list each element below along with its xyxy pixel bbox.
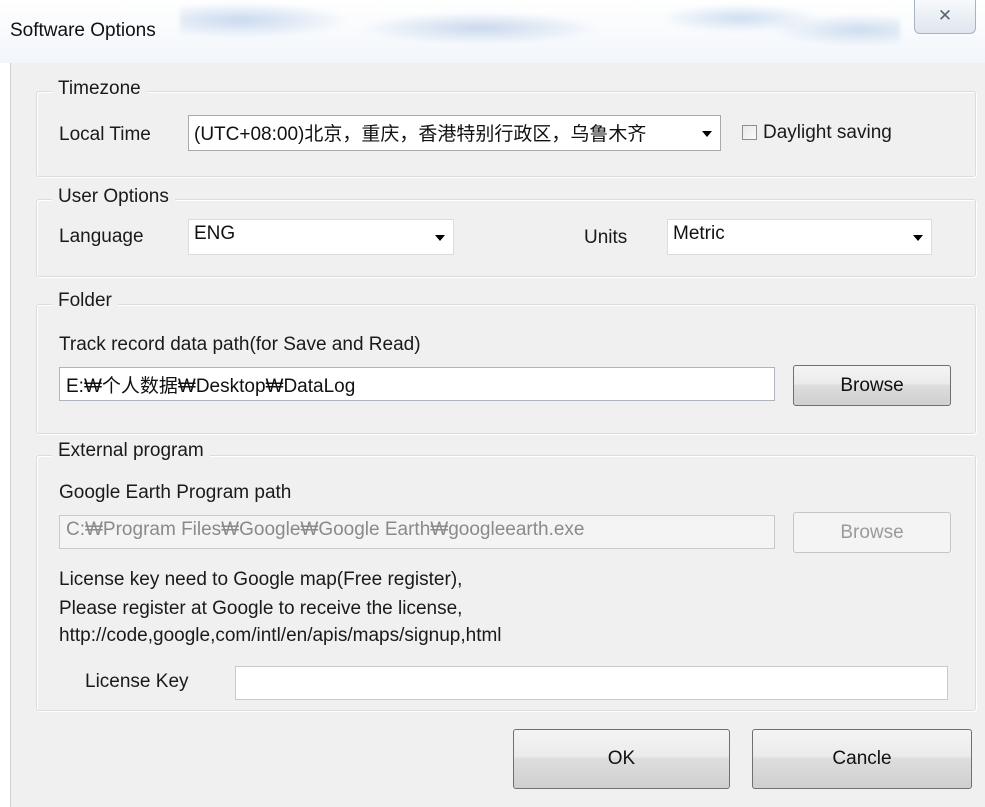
- title-bar: Software Options ✕: [0, 0, 985, 63]
- license-info-line-3: http://code,google,com/intl/en/apis/maps…: [59, 625, 502, 646]
- google-earth-path-label: Google Earth Program path: [59, 482, 292, 503]
- close-button[interactable]: ✕: [914, 0, 976, 34]
- dialog-client-area: Timezone Local Time (UTC+08:00)北京，重庆，香港特…: [10, 63, 985, 807]
- local-time-label: Local Time: [59, 124, 151, 145]
- close-icon: ✕: [937, 6, 953, 26]
- ok-button[interactable]: OK: [513, 729, 730, 789]
- license-key-input[interactable]: [235, 666, 948, 700]
- google-earth-path-input[interactable]: C:₩Program Files₩Google₩Google Earth₩goo…: [59, 515, 775, 549]
- folder-legend: Folder: [52, 290, 118, 312]
- folder-browse-button[interactable]: Browse: [793, 365, 951, 406]
- units-value: Metric: [673, 223, 725, 244]
- local-time-select[interactable]: (UTC+08:00)北京，重庆，香港特别行政区，乌鲁木齐: [188, 115, 721, 151]
- data-path-input[interactable]: E:₩个人数据₩Desktop₩DataLog: [59, 367, 775, 401]
- timezone-legend: Timezone: [52, 78, 147, 100]
- chevron-down-icon: [702, 131, 712, 137]
- user-options-legend: User Options: [52, 186, 175, 208]
- units-select[interactable]: Metric: [667, 219, 932, 255]
- google-earth-browse-button[interactable]: Browse: [793, 512, 951, 553]
- license-info-line-2: Please register at Google to receive the…: [59, 598, 463, 619]
- daylight-saving-checkbox[interactable]: [742, 125, 757, 140]
- data-path-label: Track record data path(for Save and Read…: [59, 334, 421, 355]
- language-label: Language: [59, 226, 144, 247]
- units-label: Units: [584, 227, 628, 248]
- license-key-label: License Key: [85, 671, 189, 692]
- external-program-legend: External program: [52, 440, 210, 462]
- local-time-value: (UTC+08:00)北京，重庆，香港特别行政区，乌鲁木齐: [194, 124, 647, 145]
- daylight-saving-label[interactable]: Daylight saving: [763, 122, 892, 144]
- chevron-down-icon: [435, 235, 445, 241]
- language-value: ENG: [194, 223, 236, 244]
- language-select[interactable]: ENG: [188, 219, 454, 255]
- cancel-button[interactable]: Cancle: [752, 729, 972, 789]
- chevron-down-icon: [913, 235, 923, 241]
- license-info-line-1: License key need to Google map(Free regi…: [59, 569, 463, 590]
- window-title: Software Options: [10, 20, 156, 41]
- background-blur: [180, 0, 900, 52]
